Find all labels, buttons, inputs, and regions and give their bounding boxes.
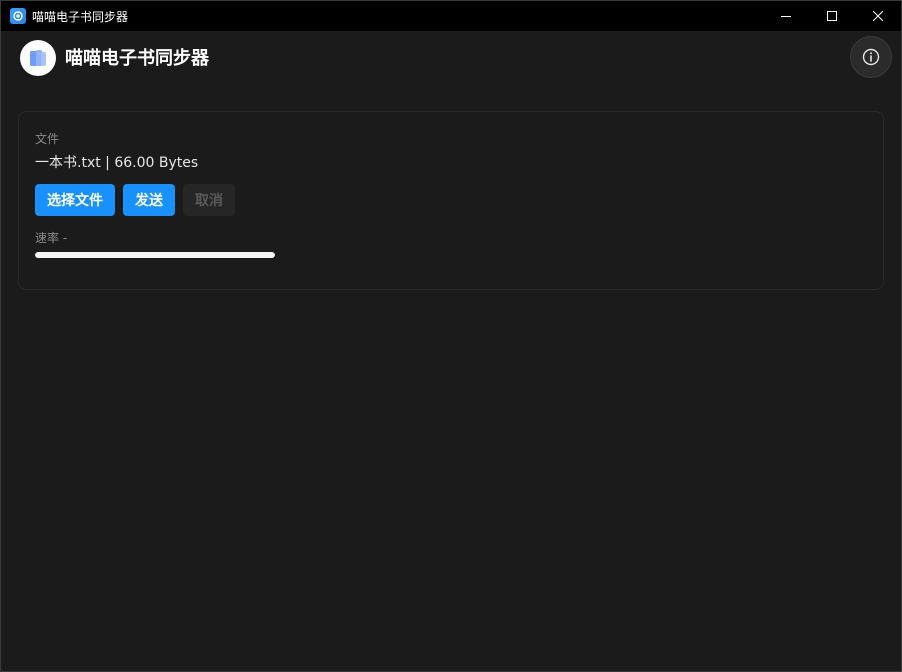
app-logo	[20, 40, 56, 76]
file-info: 一本书.txt | 66.00 Bytes	[35, 155, 199, 171]
transfer-card: 文件 一本书.txt | 66.00 Bytes 选择文件 发送 取消 速率 -	[18, 111, 884, 290]
cancel-button: 取消	[183, 184, 235, 216]
progress-bar	[35, 252, 275, 258]
book-app-icon	[30, 50, 46, 66]
title-bar[interactable]: 喵喵电子书同步器	[1, 1, 901, 31]
maximize-icon	[827, 11, 837, 21]
progress-fill	[35, 252, 275, 258]
app-icon	[10, 8, 26, 24]
window-controls	[763, 1, 901, 31]
app-header: 喵喵电子书同步器	[1, 31, 901, 87]
send-button[interactable]: 发送	[123, 184, 175, 216]
select-file-button[interactable]: 选择文件	[35, 184, 115, 216]
close-button[interactable]	[855, 1, 901, 31]
info-icon	[862, 48, 880, 66]
file-label: 文件	[35, 132, 60, 146]
info-button[interactable]	[850, 36, 892, 78]
app-title: 喵喵电子书同步器	[65, 48, 209, 69]
rate-label: 速率 -	[35, 231, 68, 245]
minimize-button[interactable]	[763, 1, 809, 31]
window-title: 喵喵电子书同步器	[32, 9, 129, 24]
minimize-icon	[781, 16, 791, 17]
maximize-button[interactable]	[809, 1, 855, 31]
app-window: 喵喵电子书同步器 喵喵电子书同步器 文件 一本书.txt | 66.00 Byt…	[0, 0, 902, 672]
close-icon	[873, 11, 883, 21]
